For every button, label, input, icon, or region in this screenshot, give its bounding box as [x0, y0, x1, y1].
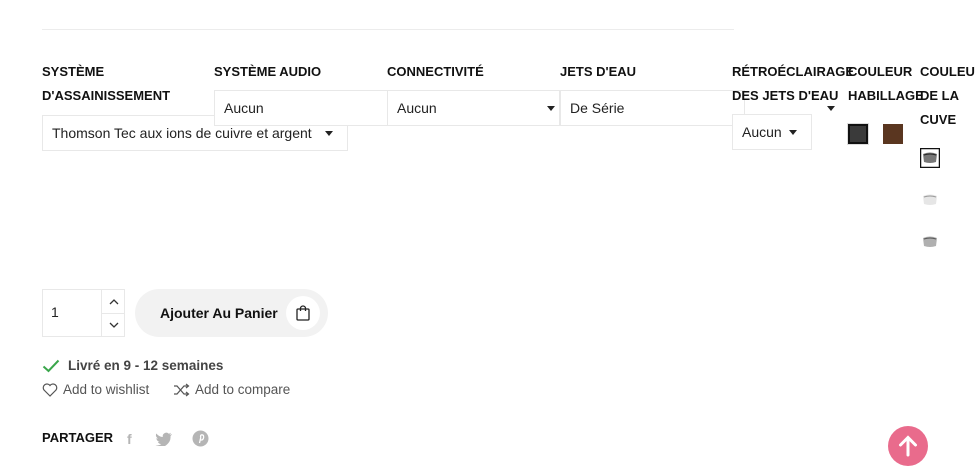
wishlist-label: Add to wishlist	[63, 382, 150, 397]
facebook-icon[interactable]: f	[127, 431, 132, 447]
option-label-retroeclairage: RÉTROÉCLAIRAGE DES JETS D'EAU	[732, 64, 855, 103]
add-to-cart-button[interactable]: Ajouter Au Panier	[135, 289, 328, 337]
shuffle-icon	[174, 383, 190, 396]
top-divider	[42, 29, 734, 30]
twitter-icon[interactable]	[155, 432, 173, 446]
select-assainissement-value: Thomson Tec aux ions de cuivre et argent	[52, 125, 312, 141]
select-audio-value: Aucun	[224, 100, 264, 116]
cuve-swatch-2[interactable]	[920, 190, 940, 210]
select-retroeclairage[interactable]: Aucun	[732, 114, 812, 150]
share-label: PARTAGER	[42, 430, 114, 445]
add-to-cart-label: Ajouter Au Panier	[160, 305, 278, 321]
quantity-stepper: 1	[42, 289, 125, 337]
select-connectivite-value: Aucun	[397, 100, 437, 116]
chevron-down-icon	[827, 106, 835, 111]
chevron-up-icon	[109, 299, 119, 305]
option-label-connectivite: CONNECTIVITÉ	[387, 64, 484, 79]
add-to-wishlist-link[interactable]: Add to wishlist	[42, 382, 149, 397]
option-label-audio: SYSTÈME AUDIO	[214, 64, 322, 79]
check-icon	[42, 359, 60, 372]
option-label-jets: JETS D'EAU	[560, 64, 637, 79]
pinterest-icon[interactable]	[192, 430, 209, 447]
quantity-input[interactable]: 1	[51, 304, 59, 320]
cuve-swatch-3[interactable]	[920, 232, 940, 252]
quantity-increase-button[interactable]	[102, 291, 126, 313]
add-to-compare-link[interactable]: Add to compare	[173, 382, 290, 397]
option-label-couleur-cuve: COULEU DE LA CUVE	[920, 64, 975, 127]
heart-icon	[42, 382, 58, 397]
select-retroeclairage-value: Aucun	[742, 124, 782, 140]
chevron-down-icon	[789, 130, 797, 135]
chevron-down-icon	[325, 131, 333, 136]
shopping-bag-icon	[286, 296, 320, 330]
scroll-to-top-button[interactable]	[888, 426, 928, 466]
delivery-info: Livré en 9 - 12 semaines	[42, 358, 223, 373]
select-connectivite[interactable]: Aucun	[387, 90, 560, 126]
swatch-brown[interactable]	[883, 124, 903, 144]
select-audio[interactable]: Aucun	[214, 90, 388, 126]
option-label-assainissement: SYSTÈME D'ASSAINISSEMENT	[42, 64, 171, 103]
chevron-down-icon	[547, 106, 555, 111]
option-label-couleur-habillage: COULEUR HABILLAGE	[848, 64, 924, 103]
cuve-swatch-1[interactable]	[920, 148, 940, 168]
swatch-dark-grey[interactable]	[847, 123, 869, 145]
compare-label: Add to compare	[195, 382, 291, 397]
chevron-down-icon	[109, 322, 119, 328]
select-jets-value: De Série	[570, 100, 625, 116]
quantity-decrease-button[interactable]	[102, 314, 126, 336]
select-jets[interactable]: De Série	[560, 90, 745, 126]
arrow-up-icon	[899, 435, 917, 457]
delivery-text: Livré en 9 - 12 semaines	[68, 358, 224, 373]
